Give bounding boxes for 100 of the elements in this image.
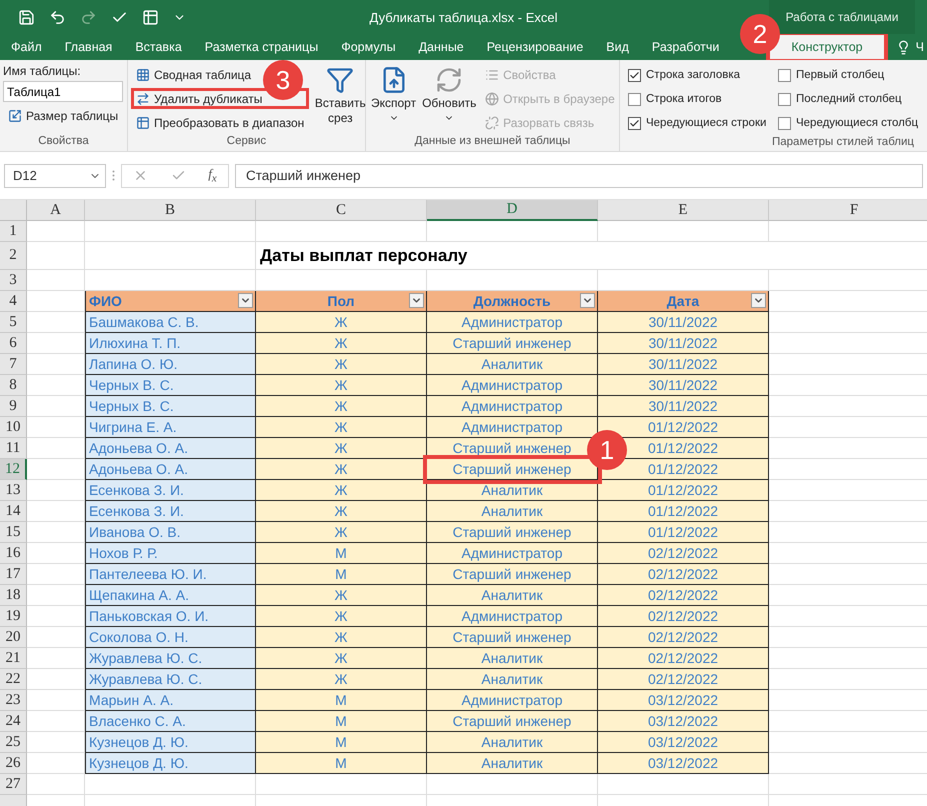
sheet-cell[interactable] — [85, 774, 256, 795]
column-header[interactable]: B — [85, 200, 256, 221]
style-option-checkbox[interactable]: Первый столбец — [778, 64, 927, 86]
row-header[interactable]: 16 — [0, 543, 27, 564]
row-header[interactable]: 12 — [0, 459, 27, 480]
style-option-checkbox[interactable]: Строка итогов — [628, 88, 778, 110]
check-icon — [629, 70, 640, 80]
filter-dropdown-button[interactable] — [751, 293, 766, 308]
row-header[interactable]: 8 — [0, 375, 27, 396]
row-header[interactable]: 17 — [0, 564, 27, 585]
ribbon-tab[interactable]: Конструктор — [769, 34, 885, 60]
row-header[interactable]: 14 — [0, 501, 27, 522]
name-box[interactable]: D12 — [4, 164, 106, 188]
table-cell: 01/12/2022 — [598, 501, 769, 522]
table-cell: 30/11/2022 — [598, 333, 769, 354]
row-header[interactable]: 2 — [0, 242, 27, 270]
filter-dropdown-button[interactable] — [580, 293, 595, 308]
tell-me-field[interactable]: Ч — [916, 40, 924, 54]
style-option-checkbox[interactable]: Чередующиеся столбц — [778, 112, 927, 134]
table-cell: 03/12/2022 — [598, 690, 769, 711]
refresh-button[interactable]: Обновить — [420, 64, 478, 133]
table-cell: 01/12/2022 — [598, 522, 769, 543]
sheet-cell[interactable] — [27, 221, 85, 242]
formula-field[interactable]: Старший инженер — [235, 164, 923, 188]
style-option-checkbox[interactable]: Последний столбец — [778, 88, 927, 110]
sheet-cell[interactable] — [598, 774, 769, 795]
row-header[interactable]: 5 — [0, 312, 27, 333]
column-title: Дата — [666, 293, 700, 309]
undo-icon[interactable] — [49, 8, 66, 26]
redo-icon[interactable] — [80, 8, 97, 26]
sheet-cell[interactable] — [427, 774, 598, 795]
row-header[interactable]: 10 — [0, 417, 27, 438]
table-name-field[interactable]: Таблица1 — [3, 81, 123, 102]
table-cell: 30/11/2022 — [598, 396, 769, 417]
context-tab-group: Работа с таблицами — [769, 0, 915, 34]
table-cell: М — [256, 711, 427, 732]
row-header[interactable]: 3 — [0, 270, 27, 291]
resize-table-button[interactable]: Размер таблицы — [3, 105, 124, 126]
row-header[interactable]: 23 — [0, 690, 27, 711]
export-button[interactable]: Экспорт — [369, 64, 418, 133]
style-option-checkbox[interactable]: Строка заголовка — [628, 64, 778, 86]
table-cell: Илюхина Т. П. — [85, 333, 256, 354]
row-header[interactable]: 11 — [0, 438, 27, 459]
row-header[interactable]: 26 — [0, 753, 27, 774]
ribbon-tab[interactable]: Рецензирование — [476, 34, 594, 60]
sheet-cell[interactable] — [256, 774, 427, 795]
row-header[interactable]: 27 — [0, 774, 27, 795]
table-cell: 03/12/2022 — [598, 711, 769, 732]
sheet-cell[interactable] — [27, 242, 85, 270]
row-header[interactable]: 18 — [0, 585, 27, 606]
table-cell: Аналитик — [427, 585, 598, 606]
row-header[interactable]: 25 — [0, 732, 27, 753]
ribbon-tab[interactable]: Разработчи — [640, 34, 730, 60]
row-header[interactable]: 15 — [0, 522, 27, 543]
row-header[interactable]: 13 — [0, 480, 27, 501]
filter-dropdown-button[interactable] — [238, 293, 253, 308]
sheet-cell[interactable] — [598, 221, 769, 242]
row-header[interactable]: 1 — [0, 221, 27, 242]
sheet-cell[interactable] — [427, 221, 598, 242]
save-icon[interactable] — [18, 8, 35, 26]
filter-dropdown-button[interactable] — [409, 293, 424, 308]
column-header[interactable]: A — [27, 200, 85, 221]
column-header[interactable]: D — [427, 200, 598, 221]
ribbon-tab[interactable]: Главная — [54, 34, 124, 60]
column-header[interactable]: C — [256, 200, 427, 221]
table-cell: Аналитик — [427, 753, 598, 774]
column-header[interactable]: F — [769, 200, 927, 221]
ribbon-tab[interactable]: Вставка — [124, 34, 193, 60]
sheet-cell[interactable] — [85, 242, 256, 270]
row-header[interactable]: 22 — [0, 669, 27, 690]
sheet-cell[interactable] — [256, 221, 427, 242]
row-header[interactable]: 7 — [0, 354, 27, 375]
insert-function-button[interactable]: f$_{x}$ — [208, 166, 217, 185]
ribbon-tab[interactable]: Данные — [408, 34, 475, 60]
table-cell: Соколова О. Н. — [85, 627, 256, 648]
ribbon-button[interactable]: Преобразовать в диапазон — [131, 112, 310, 133]
row-header[interactable]: 9 — [0, 396, 27, 417]
row-header[interactable]: 21 — [0, 648, 27, 669]
ribbon-tab[interactable]: Формулы — [330, 34, 407, 60]
row-header[interactable]: 20 — [0, 627, 27, 648]
row-header[interactable]: 6 — [0, 333, 27, 354]
column-header[interactable]: E — [598, 200, 769, 221]
row-header[interactable]: 19 — [0, 606, 27, 627]
insert-slicer-button[interactable]: Вставить срез — [311, 64, 370, 133]
ribbon-tab[interactable]: Разметка страницы — [194, 34, 330, 60]
table-cell: Ж — [256, 396, 427, 417]
sheet-cell[interactable] — [27, 270, 85, 291]
row-header[interactable]: 4 — [0, 291, 27, 312]
table-icon[interactable] — [142, 8, 159, 26]
table-cell: Администратор — [427, 396, 598, 417]
sheet-cell[interactable] — [27, 774, 85, 795]
sheet-cell[interactable] — [85, 221, 256, 242]
style-option-checkbox[interactable]: Чередующиеся строки — [628, 112, 778, 134]
select-all-corner[interactable] — [0, 200, 27, 221]
refresh-icon — [435, 66, 464, 94]
row-header[interactable]: 24 — [0, 711, 27, 732]
table-cell: М — [256, 543, 427, 564]
ribbon-tab[interactable]: Файл — [0, 34, 53, 60]
ribbon-tab[interactable]: Вид — [595, 34, 640, 60]
table-cell: Администратор — [427, 606, 598, 627]
